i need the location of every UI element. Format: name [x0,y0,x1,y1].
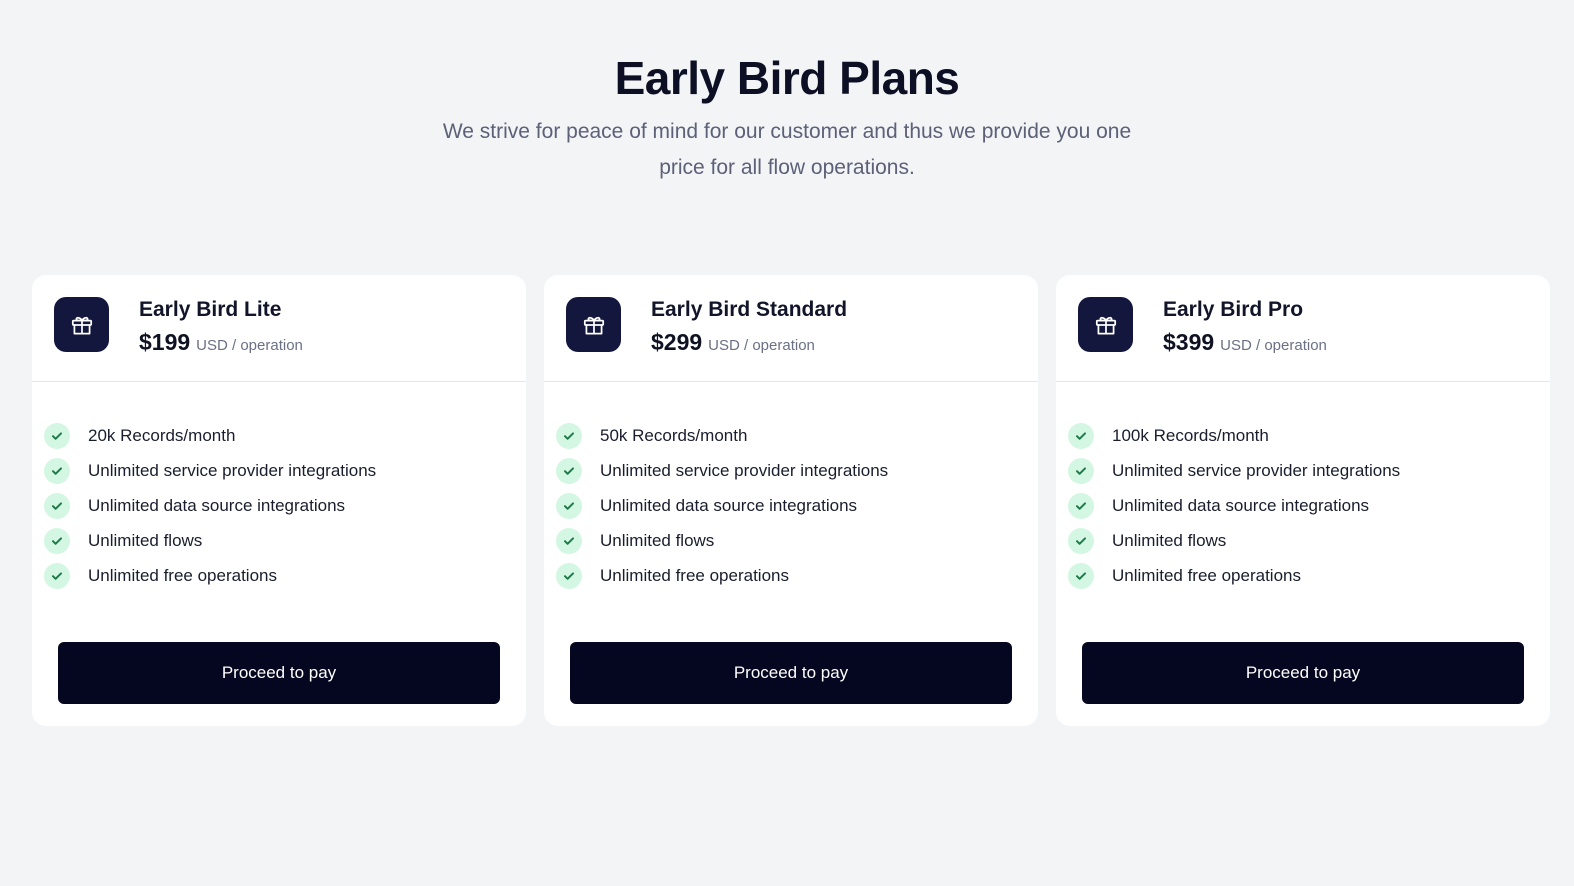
feature-text: Unlimited service provider integrations [1112,460,1401,480]
feature-text: 20k Records/month [88,425,236,445]
price-unit: USD / operation [708,337,815,354]
price-unit: USD / operation [196,337,303,354]
gift-icon [1078,297,1133,352]
price-unit: USD / operation [1220,337,1327,354]
feature-text: Unlimited data source integrations [600,495,858,515]
plan-card-lite: Early Bird Lite $199 USD / operation 20k … [32,275,526,726]
check-icon [44,492,70,519]
check-icon [1068,492,1094,519]
feature-text: Unlimited free operations [600,566,789,586]
feature-item: 100k Records/month [1068,418,1400,453]
feature-item: Unlimited service provider integrations [44,453,376,488]
gift-icon [54,297,109,352]
price-row: $299 USD / operation [651,327,815,361]
proceed-to-pay-button[interactable]: Proceed to pay [1082,642,1524,704]
feature-text: Unlimited free operations [88,566,277,586]
check-icon [556,422,582,449]
feature-list: 50k Records/month Unlimited service prov… [556,418,888,594]
check-icon [556,563,582,590]
plan-card-pro: Early Bird Pro $399 USD / operation 100k … [1056,275,1550,726]
feature-list: 20k Records/month Unlimited service prov… [44,418,376,594]
feature-text: Unlimited flows [88,531,203,551]
proceed-to-pay-button[interactable]: Proceed to pay [58,642,500,704]
check-icon [44,422,70,449]
feature-item: Unlimited service provider integrations [1068,453,1400,488]
feature-item: Unlimited data source integrations [556,488,888,523]
feature-item: Unlimited free operations [1068,559,1400,594]
price-row: $399 USD / operation [1163,327,1327,361]
feature-text: Unlimited service provider integrations [88,460,377,480]
plan-card-header: Early Bird Lite $199 USD / operation [32,275,526,382]
plan-name: Early Bird Lite [139,298,282,321]
feature-item: Unlimited data source integrations [44,488,376,523]
plan-cards: Early Bird Lite $199 USD / operation 20k … [32,275,1550,726]
plan-card-standard: Early Bird Standard $299 USD / operation … [544,275,1038,726]
feature-text: 50k Records/month [600,425,748,445]
plan-price: $399 [1163,329,1215,355]
feature-text: Unlimited flows [600,531,715,551]
feature-item: Unlimited service provider integrations [556,453,888,488]
plan-price: $199 [139,329,191,355]
check-icon [44,563,70,590]
feature-item: 50k Records/month [556,418,888,453]
proceed-to-pay-button[interactable]: Proceed to pay [570,642,1012,704]
gift-icon [566,297,621,352]
feature-item: Unlimited flows [556,524,888,559]
feature-text: Unlimited data source integrations [1112,495,1370,515]
feature-item: Unlimited flows [44,524,376,559]
feature-text: 100k Records/month [1112,425,1269,445]
check-icon [556,528,582,555]
plan-name: Early Bird Pro [1163,298,1304,321]
check-icon [1068,563,1094,590]
page-subtitle: We strive for peace of mind for our cust… [442,120,1132,179]
price-row: $199 USD / operation [139,327,303,361]
feature-text: Unlimited service provider integrations [600,460,889,480]
check-icon [1068,528,1094,555]
check-icon [44,457,70,484]
feature-item: Unlimited free operations [556,559,888,594]
feature-item: Unlimited flows [1068,524,1400,559]
plan-card-header: Early Bird Pro $399 USD / operation [1056,275,1550,382]
feature-item: Unlimited free operations [44,559,376,594]
plan-card-header: Early Bird Standard $299 USD / operation [544,275,1038,382]
check-icon [1068,422,1094,449]
feature-text: Unlimited flows [1112,531,1227,551]
check-icon [1068,457,1094,484]
page-title: Early Bird Plans [614,52,960,104]
feature-list: 100k Records/month Unlimited service pro… [1068,418,1400,594]
check-icon [556,457,582,484]
plan-price: $299 [651,329,703,355]
feature-text: Unlimited data source integrations [88,495,346,515]
check-icon [44,528,70,555]
feature-item: Unlimited data source integrations [1068,488,1400,523]
plan-name: Early Bird Standard [651,298,848,321]
check-icon [556,492,582,519]
feature-item: 20k Records/month [44,418,376,453]
feature-text: Unlimited free operations [1112,566,1301,586]
